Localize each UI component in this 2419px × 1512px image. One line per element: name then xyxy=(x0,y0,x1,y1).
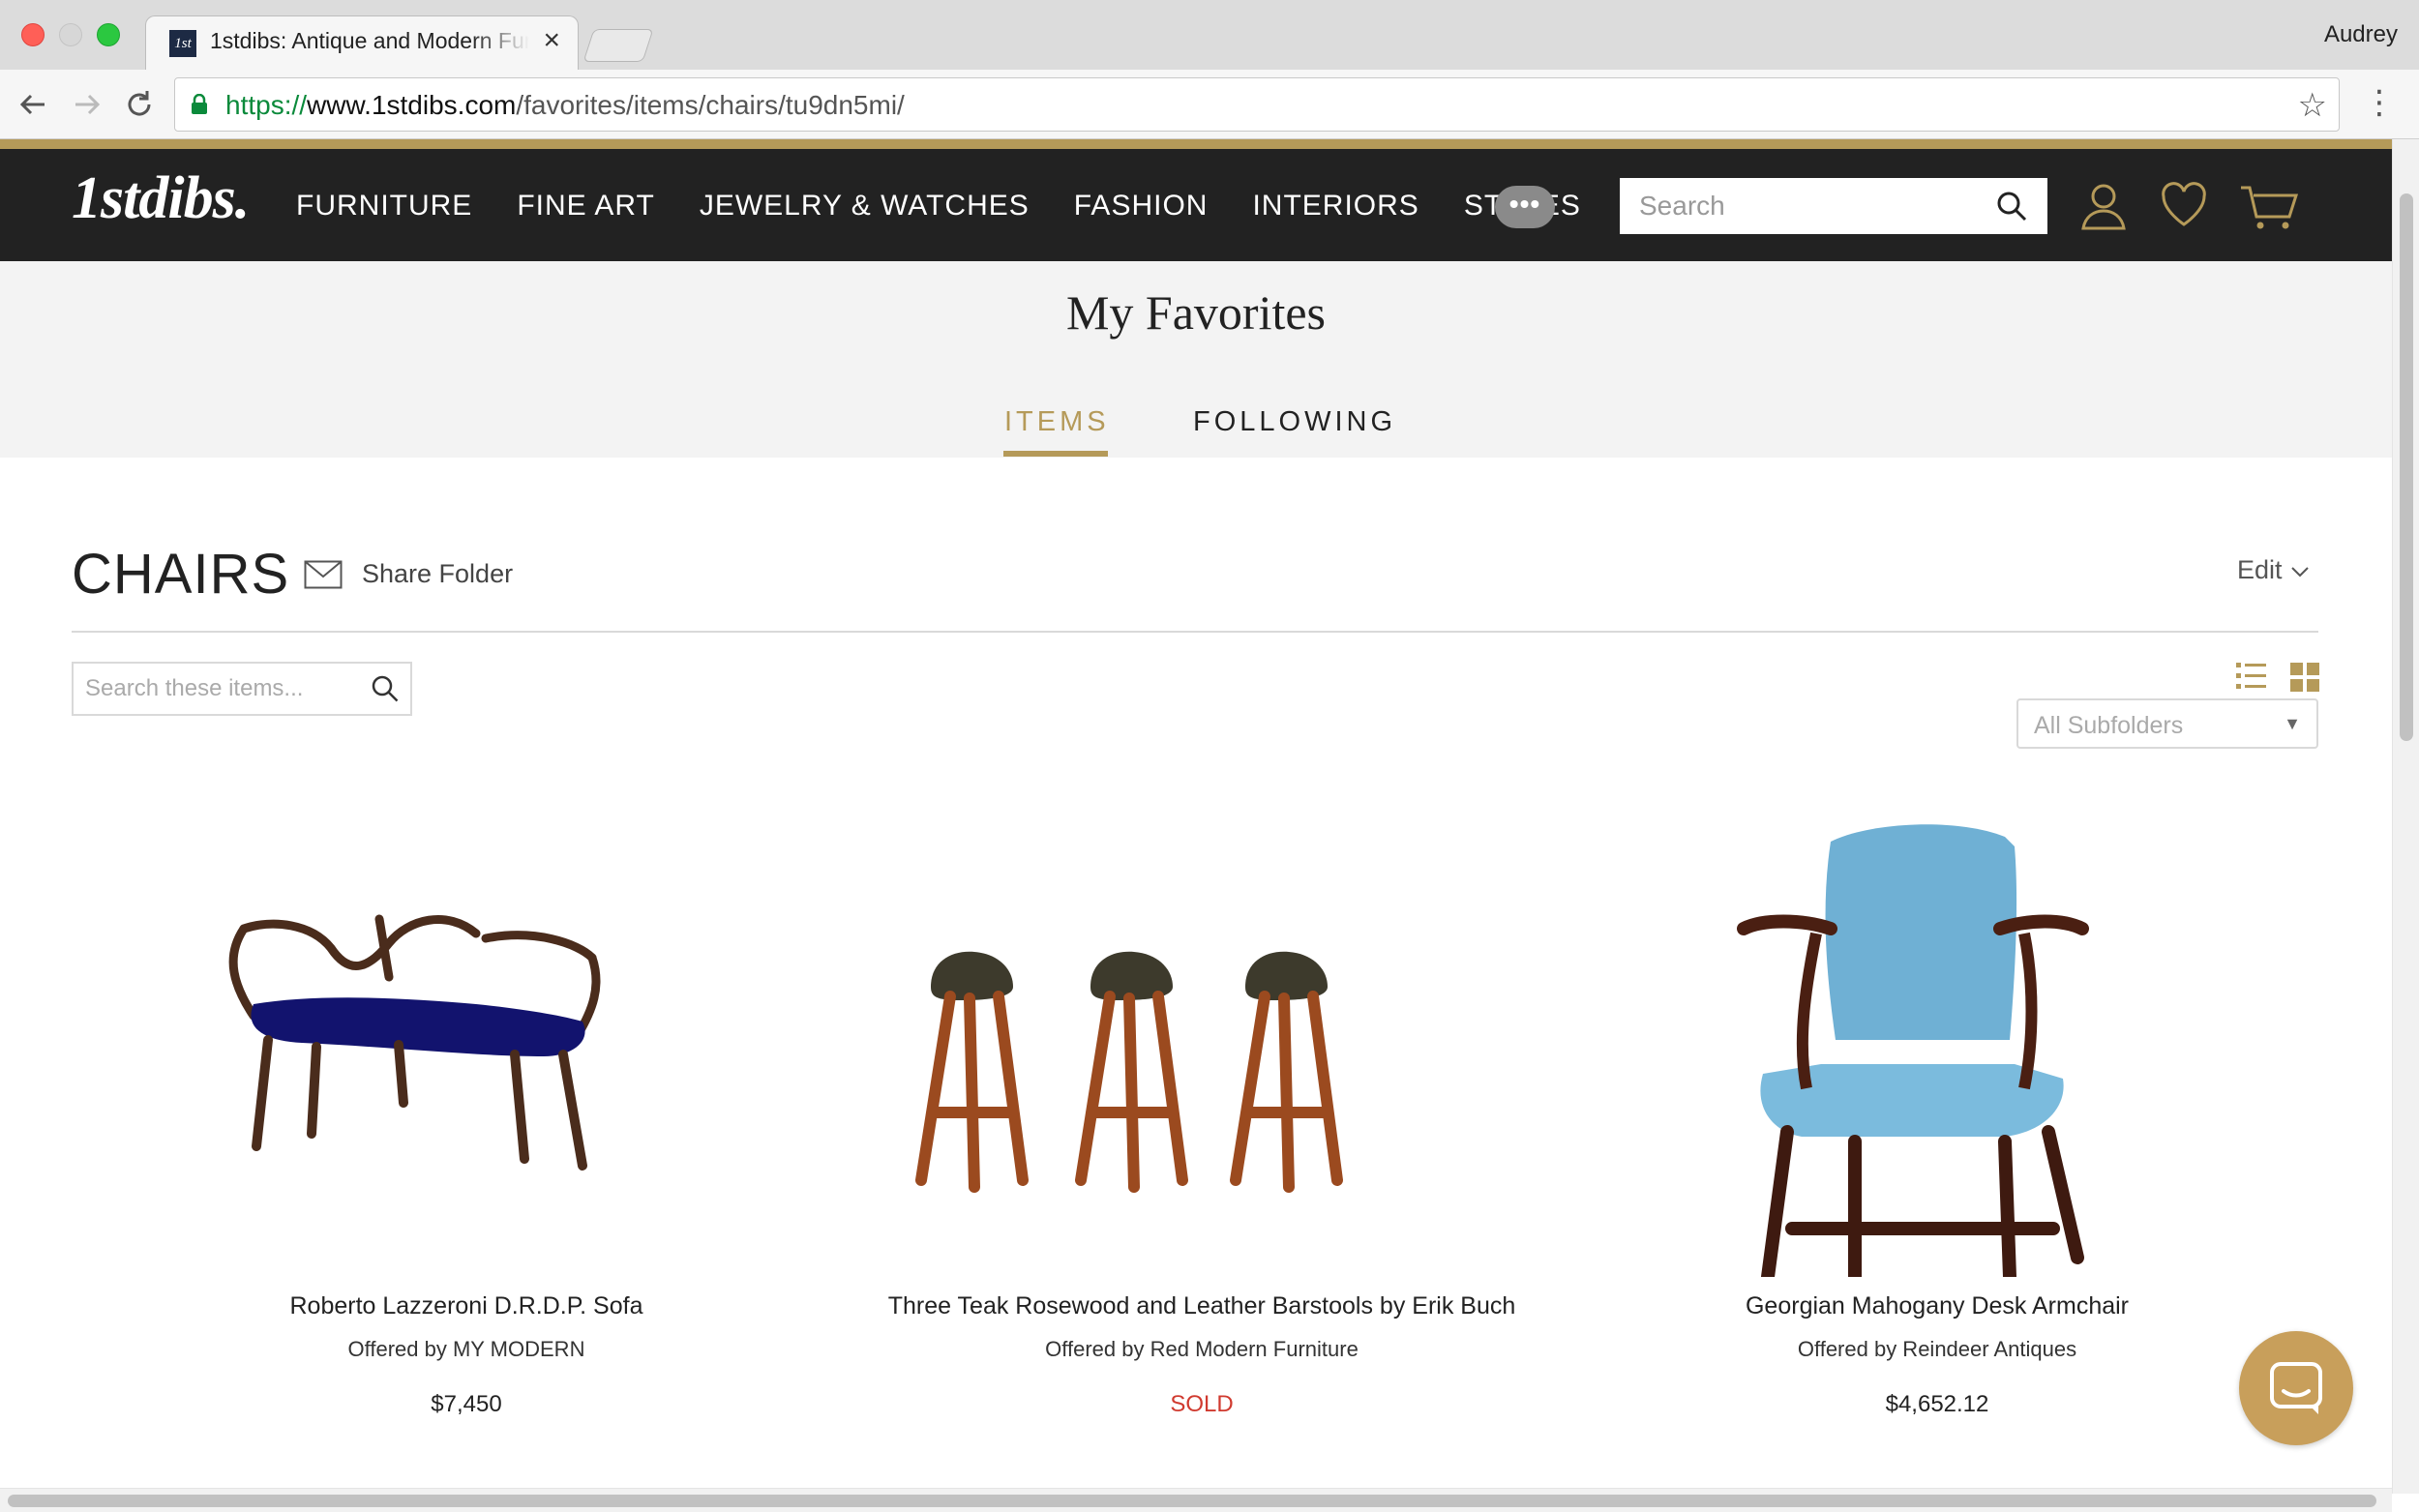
tab-items[interactable]: ITEMS xyxy=(1004,406,1110,438)
address-bar[interactable]: https://www.1stdibs.com/favorites/items/… xyxy=(174,77,2340,132)
favorites-header: My Favorites ITEMS FOLLOWING xyxy=(0,261,2392,458)
browser-menu-icon[interactable]: ⋮ xyxy=(2363,81,2396,124)
nav-item-furniture[interactable]: FURNITURE xyxy=(296,190,472,222)
item-search-input[interactable] xyxy=(74,664,354,714)
bookmark-star-icon[interactable]: ☆ xyxy=(2298,86,2327,125)
sofa-image[interactable] xyxy=(99,793,834,1277)
armchair-image[interactable] xyxy=(1569,793,2305,1284)
search-icon[interactable] xyxy=(1995,190,2028,222)
forward-arrow-icon[interactable] xyxy=(66,83,108,126)
vertical-scrollbar[interactable] xyxy=(2392,139,2419,1494)
nav-item-fine-art[interactable]: FINE ART xyxy=(517,190,654,222)
search-icon[interactable] xyxy=(370,673,401,704)
chat-icon xyxy=(2270,1362,2322,1414)
nav-item-interiors[interactable]: INTERIORS xyxy=(1252,190,1419,222)
share-folder-label: Share Folder xyxy=(362,559,514,588)
site-logo[interactable]: 1stdibs. xyxy=(72,164,250,233)
profile-name[interactable]: Audrey xyxy=(2324,21,2398,48)
heart-icon[interactable] xyxy=(2160,182,2208,228)
main-nav: FURNITURE FINE ART JEWELRY & WATCHES FAS… xyxy=(296,190,1626,222)
list-view-icon[interactable] xyxy=(2235,660,2268,693)
item-price: $4,652.12 xyxy=(1885,1391,1989,1417)
url-path: /favorites/items/chairs/tu9dn5mi/ xyxy=(516,90,905,120)
item-search-box xyxy=(72,662,412,716)
barstools-image[interactable] xyxy=(834,793,1569,1277)
tab-following[interactable]: FOLLOWING xyxy=(1193,406,1396,438)
site-search-input[interactable] xyxy=(1620,178,1968,234)
site-search-box xyxy=(1620,178,2047,234)
tab-close-icon[interactable]: × xyxy=(543,24,560,57)
tab-title: 1stdibs: Antique and Modern Furniture xyxy=(210,28,529,53)
grid-view-icon[interactable] xyxy=(2289,662,2320,693)
header-accent-line xyxy=(0,139,2392,149)
url-text: https://www.1stdibs.com/favorites/items/… xyxy=(225,90,905,121)
user-icon[interactable] xyxy=(2080,182,2127,230)
page-title: My Favorites xyxy=(1065,285,1327,340)
window-minimize-button[interactable] xyxy=(59,23,82,46)
favorite-item[interactable]: Georgian Mahogany Desk Armchair Offered … xyxy=(1569,793,2305,1417)
new-tab-button[interactable] xyxy=(582,29,654,62)
nav-more-button[interactable]: ••• xyxy=(1495,186,1555,228)
chat-widget-button[interactable] xyxy=(2239,1331,2353,1445)
site-header: 1stdibs. FURNITURE FINE ART JEWELRY & WA… xyxy=(0,149,2392,261)
window-close-button[interactable] xyxy=(21,23,45,46)
envelope-icon xyxy=(304,560,343,588)
edit-dropdown[interactable]: Edit xyxy=(2237,555,2311,585)
sold-badge: SOLD xyxy=(1170,1391,1234,1417)
url-scheme: https:// xyxy=(225,90,308,120)
item-dealer[interactable]: Offered by Red Modern Furniture xyxy=(834,1337,1569,1362)
folder-title: CHAIRS xyxy=(72,543,290,606)
item-price: $7,450 xyxy=(431,1391,502,1417)
barstool-graphic xyxy=(1230,951,1343,1193)
item-dealer[interactable]: Offered by MY MODERN xyxy=(99,1337,834,1362)
item-name[interactable]: Three Teak Rosewood and Leather Barstool… xyxy=(834,1292,1569,1320)
window-zoom-button[interactable] xyxy=(97,23,120,46)
browser-tab[interactable]: 1st 1stdibs: Antique and Modern Furnitur… xyxy=(145,15,579,70)
edit-label: Edit xyxy=(2237,555,2283,584)
active-tab-indicator xyxy=(1003,451,1108,457)
divider xyxy=(72,631,2318,633)
subfolder-select[interactable]: All Subfolders ▼ xyxy=(2016,698,2318,749)
subfolder-select-value: All Subfolders xyxy=(2034,712,2184,739)
nav-item-jewelry-watches[interactable]: JEWELRY & WATCHES xyxy=(700,190,1030,222)
browser-toolbar: https://www.1stdibs.com/favorites/items/… xyxy=(0,70,2419,139)
lock-icon xyxy=(192,94,207,114)
url-host: www.1stdibs.com xyxy=(307,90,517,120)
favorite-item[interactable]: Three Teak Rosewood and Leather Barstool… xyxy=(834,793,1569,1417)
item-dealer[interactable]: Offered by Reindeer Antiques xyxy=(1569,1337,2305,1362)
share-folder-link[interactable]: Share Folder xyxy=(304,559,513,589)
back-arrow-icon[interactable] xyxy=(12,83,54,126)
horizontal-scrollbar[interactable] xyxy=(0,1488,2392,1512)
browser-titlebar: 1st 1stdibs: Antique and Modern Furnitur… xyxy=(0,0,2419,70)
item-name[interactable]: Georgian Mahogany Desk Armchair xyxy=(1569,1292,2305,1320)
reload-icon[interactable] xyxy=(118,83,161,126)
favorite-item[interactable]: Roberto Lazzeroni D.R.D.P. Sofa Offered … xyxy=(99,793,834,1417)
cart-icon[interactable] xyxy=(2239,182,2299,232)
favicon-icon: 1st xyxy=(169,30,196,57)
chevron-down-icon xyxy=(2291,567,2309,578)
barstool-graphic xyxy=(915,951,1029,1193)
barstool-graphic xyxy=(1075,951,1188,1193)
horizontal-scrollbar-thumb[interactable] xyxy=(8,1495,2376,1507)
nav-item-fashion[interactable]: FASHION xyxy=(1074,190,1209,222)
dropdown-caret-icon: ▼ xyxy=(2284,714,2301,733)
item-name[interactable]: Roberto Lazzeroni D.R.D.P. Sofa xyxy=(99,1292,834,1320)
vertical-scrollbar-thumb[interactable] xyxy=(2400,193,2413,741)
